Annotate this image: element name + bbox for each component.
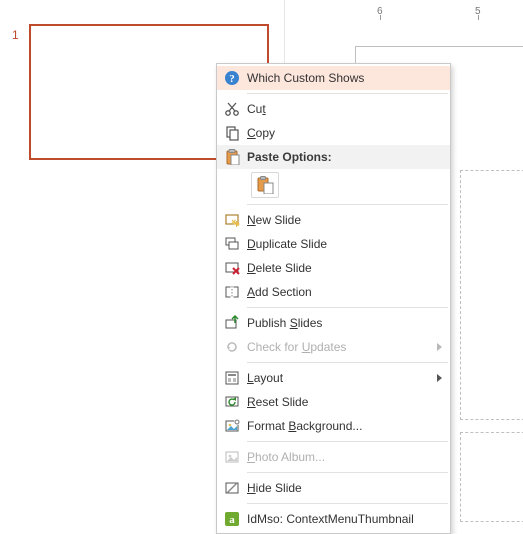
item-label: New Slide [247,213,442,227]
item-label: Which Custom Shows [247,71,442,85]
item-label: Layout [247,371,431,385]
check-for-updates-item: Check for Updates [217,335,450,359]
separator [247,204,448,205]
format-background-icon [217,418,247,434]
separator [247,93,448,94]
item-label: Copy [247,126,442,140]
idmso-item[interactable]: a IdMso: ContextMenuThumbnail [217,507,450,531]
duplicate-slide-icon [217,236,247,252]
separator [247,307,448,308]
refresh-icon [217,339,247,355]
item-label: Format Background... [247,419,442,433]
delete-slide-item[interactable]: Delete Slide [217,256,450,280]
photo-album-item: Photo Album... [217,445,450,469]
item-label: Add Section [247,285,442,299]
reset-slide-icon [217,394,247,410]
separator [247,503,448,504]
delete-slide-icon [217,260,247,276]
clipboard-icon [217,149,247,165]
new-slide-item[interactable]: New Slide [217,208,450,232]
item-label: IdMso: ContextMenuThumbnail [247,512,442,526]
new-slide-icon [217,212,247,228]
paste-default-icon [256,176,274,194]
add-section-item[interactable]: Add Section [217,280,450,304]
cut-item[interactable]: Cut [217,97,450,121]
layout-icon [217,370,247,386]
format-background-item[interactable]: Format Background... [217,414,450,438]
separator [247,441,448,442]
paste-options-row [217,169,450,201]
item-label: Publish Slides [247,316,442,330]
duplicate-slide-item[interactable]: Duplicate Slide [217,232,450,256]
scissors-icon [217,101,247,117]
add-section-icon [217,284,247,300]
publish-slides-item[interactable]: Publish Slides [217,311,450,335]
help-icon: ? [217,70,247,86]
item-label: Reset Slide [247,395,442,409]
item-label: Photo Album... [247,450,442,464]
publish-slides-icon [217,315,247,331]
item-label: Paste Options: [247,150,442,164]
paste-options-header: Paste Options: [217,145,450,169]
separator [247,472,448,473]
addin-icon: a [217,511,247,527]
paste-keep-source-button[interactable] [251,172,279,198]
copy-item[interactable]: Copy [217,121,450,145]
content-placeholder-1[interactable] [460,170,523,420]
hide-slide-item[interactable]: Hide Slide [217,476,450,500]
ruler-tick-5: 5 [475,2,481,20]
copy-icon [217,125,247,141]
svg-text:a: a [229,514,235,526]
ruler-tick-6: 6 [377,2,383,20]
item-label: Duplicate Slide [247,237,442,251]
item-label: Cut [247,102,442,116]
which-custom-shows-item[interactable]: ? Which Custom Shows [217,66,450,90]
item-label: Delete Slide [247,261,442,275]
submenu-arrow-icon [437,374,442,382]
item-label: Hide Slide [247,481,442,495]
separator [247,362,448,363]
context-menu-thumbnail: ? Which Custom Shows Cut Copy Paste Opti… [216,63,451,534]
slide-number: 1 [12,28,19,42]
hide-slide-icon [217,480,247,496]
layout-item[interactable]: Layout [217,366,450,390]
submenu-arrow-icon [437,343,442,351]
photo-album-icon [217,449,247,465]
reset-slide-item[interactable]: Reset Slide [217,390,450,414]
item-label: Check for Updates [247,340,431,354]
horizontal-ruler: 6 5 [305,2,523,20]
svg-text:?: ? [229,73,235,85]
